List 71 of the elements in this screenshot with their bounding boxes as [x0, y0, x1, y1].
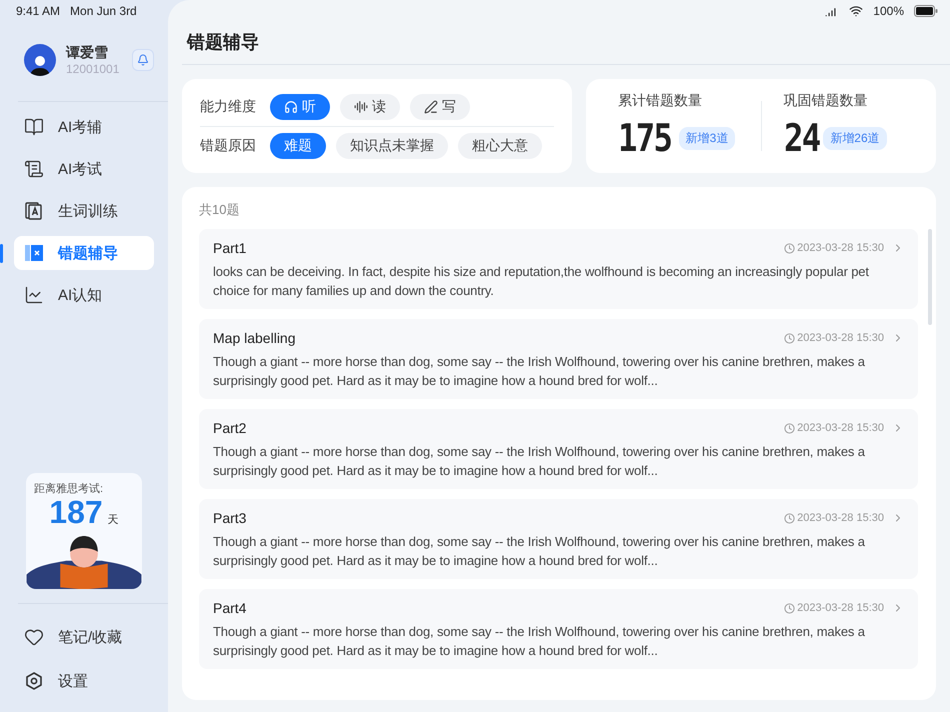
question-title: Part4 — [213, 600, 246, 616]
question-item[interactable] — [199, 499, 918, 579]
question-time: 2023-03-28 15:30 — [797, 602, 884, 614]
question-text: Though a giant -- more horse than dog, some say -- the Irish Wolfhound, towering over his canine brethren, makes a surprisingly good pet. Hard as it may be to imagine how a hound bred for wolf... — [213, 623, 866, 660]
nav-item[interactable]: AI考试 — [14, 152, 154, 186]
letter-card-icon — [24, 201, 44, 221]
question-title: Map labelling — [213, 330, 296, 346]
question-text: Though a giant -- more horse than dog, some say -- the Irish Wolfhound, towering over his canine brethren, makes a surprisingly good pet. Hard as it may be to imagine how a hound bred for wolf... — [213, 353, 866, 390]
question-item[interactable] — [199, 319, 918, 399]
question-title: Part3 — [213, 510, 246, 526]
heart-icon — [24, 627, 44, 647]
question-item[interactable]: Part1 2023-03-28 15:30 looks can be deceiving. In fact, despite his size and reputation,the wolfhound is becoming an increasingly popular pet choice for many families up and down the country. — [199, 229, 918, 309]
nav-item[interactable]: 笔记/收藏 — [14, 620, 154, 654]
chart-icon — [24, 285, 44, 305]
filter-chip[interactable]: 读 — [340, 94, 400, 120]
nav-item[interactable]: AI认知 — [14, 278, 154, 312]
active-indicator — [0, 244, 3, 263]
question-item[interactable] — [199, 589, 918, 669]
settings-icon — [24, 671, 44, 691]
user-name: 谭爱雪 — [66, 44, 109, 62]
filter-chip[interactable]: 粗心大意 — [458, 133, 542, 159]
status-time: 9:41 AM — [16, 4, 60, 18]
question-title: Part2 — [213, 420, 246, 436]
question-title: Part1 — [213, 240, 246, 256]
filter-label: 能力维度 — [200, 98, 257, 116]
stat-badge: 新增26道 — [823, 126, 887, 150]
filter-chip[interactable]: 知识点未掌握 — [336, 133, 448, 159]
filter-chip[interactable]: 写 — [410, 94, 470, 120]
stat-value: 175 — [618, 116, 672, 160]
filter-label: 错题原因 — [200, 137, 257, 155]
clock-icon — [784, 602, 796, 614]
wifi-icon — [849, 4, 864, 18]
bell-icon — [137, 54, 149, 66]
stat-value: 24 — [784, 116, 819, 160]
notification-button[interactable] — [132, 49, 154, 71]
question-text: looks can be deceiving. In fact, despite his size and reputation,the wolfhound is becoming an increasingly popular pet choice for many families up and down the country. — [213, 263, 870, 300]
book-icon — [24, 117, 44, 137]
countdown-label: 距离雅思考试: — [33, 482, 104, 496]
countdown-days: 187 — [49, 496, 103, 530]
headphones-icon — [284, 100, 298, 114]
stat-badge: 新增3道 — [678, 126, 736, 150]
filter-chip[interactable]: 听 — [270, 94, 330, 120]
question-text: Though a giant -- more horse than dog, some say -- the Irish Wolfhound, towering over his canine brethren, makes a surprisingly good pet. Hard as it may be to imagine how a hound bred for wolf... — [213, 443, 866, 480]
user-id: 12001001 — [66, 62, 120, 76]
stat-label: 累计错题数量 — [618, 92, 703, 110]
pen-icon — [424, 100, 438, 114]
question-time: 2023-03-28 15:30 — [797, 242, 884, 254]
question-item[interactable] — [199, 409, 918, 489]
countdown-unit: 天 — [108, 513, 119, 527]
nav-item[interactable]: 设置 — [14, 664, 154, 698]
mistake-book-icon — [24, 243, 44, 263]
filter-chip[interactable]: 难题 — [270, 133, 326, 159]
battery-icon — [914, 5, 938, 17]
clock-icon — [784, 242, 796, 254]
stat-label: 巩固错题数量 — [784, 92, 868, 110]
question-time: 2023-03-28 15:30 — [797, 512, 884, 524]
avatar — [24, 44, 56, 76]
question-time: 2023-03-28 15:30 — [797, 332, 884, 344]
nav-item[interactable]: AI考辅 — [14, 110, 154, 144]
nav-item[interactable]: 生词训练 — [14, 194, 154, 228]
audio-wave-icon — [354, 100, 368, 114]
clock-icon — [784, 332, 796, 344]
scroll-icon — [24, 159, 44, 179]
status-date: Mon Jun 3rd — [70, 4, 137, 18]
page-title: 错题辅导 — [182, 26, 950, 65]
question-text: Though a giant -- more horse than dog, some say -- the Irish Wolfhound, towering over his canine brethren, makes a surprisingly good pet. Hard as it may be to imagine how a hound bred for wolf... — [213, 533, 866, 570]
question-time: 2023-03-28 15:30 — [797, 422, 884, 434]
clock-icon — [784, 512, 796, 524]
battery-percent: 100% — [873, 4, 904, 18]
question-count: 共10题 — [199, 201, 240, 219]
clock-icon — [784, 422, 796, 434]
